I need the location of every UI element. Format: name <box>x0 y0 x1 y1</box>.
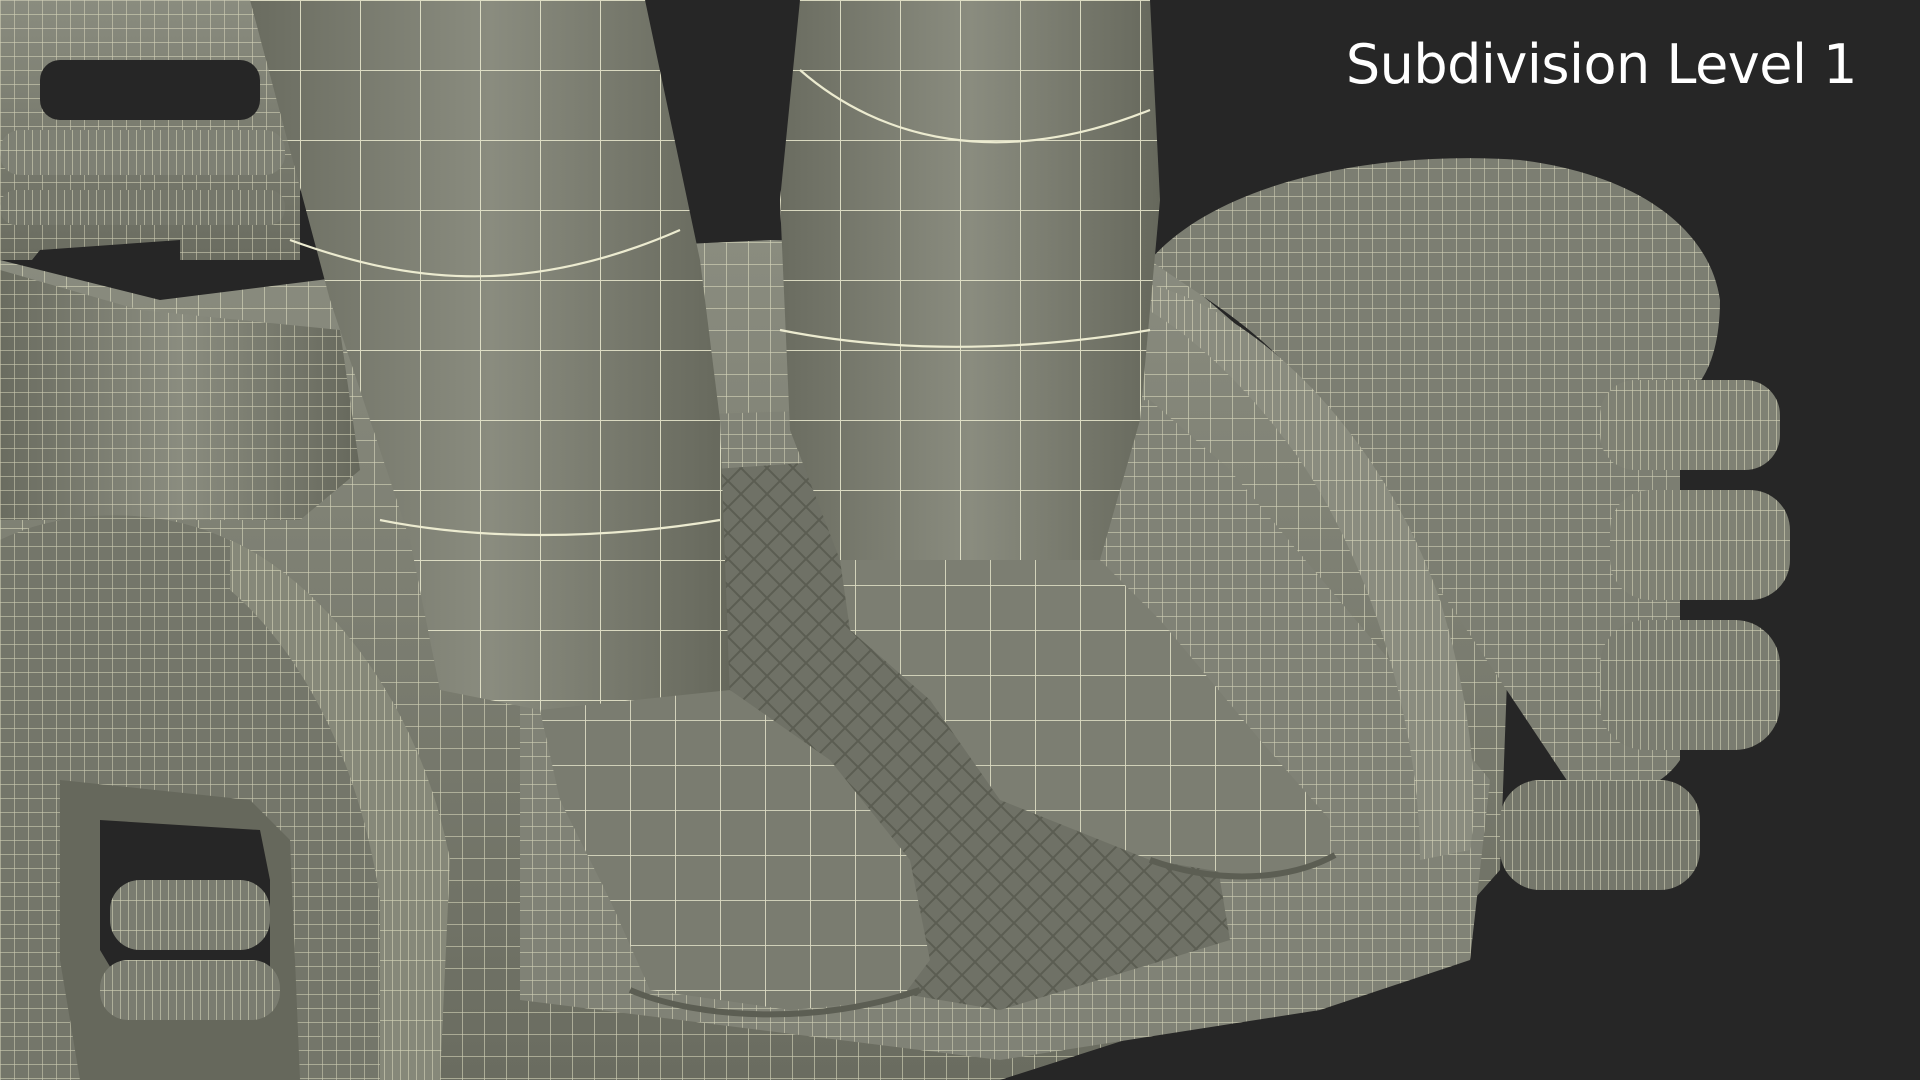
subdivision-level-caption: Subdivision Level 1 <box>1345 33 1858 96</box>
wireframe-render <box>0 0 1790 1080</box>
render-viewport: Subdivision Level 1 <box>0 0 1920 1080</box>
upper-left-strut-assembly <box>0 0 300 300</box>
right-trouser-leg <box>779 0 1160 580</box>
